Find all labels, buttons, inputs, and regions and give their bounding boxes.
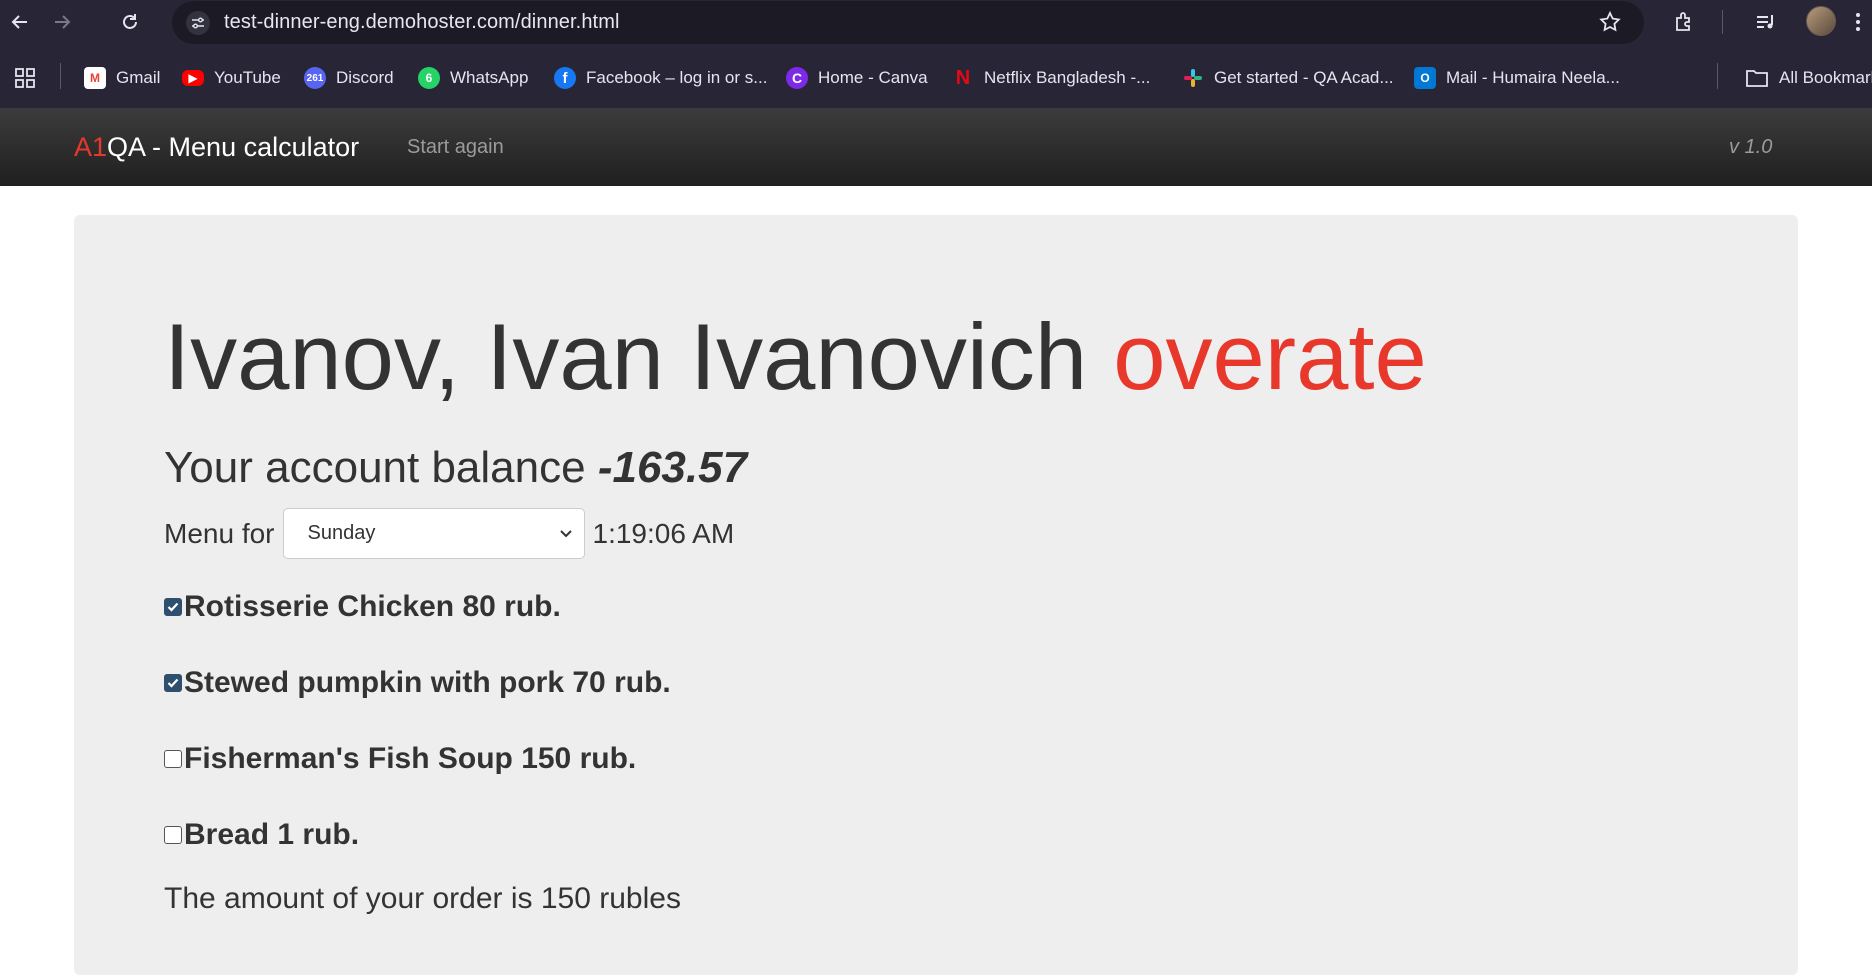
dish-checkbox[interactable]	[164, 750, 182, 768]
dish-item[interactable]: Stewed pumpkin with pork 70 rub.	[164, 666, 671, 700]
app-navbar: A1QA - Menu calculator Start again v 1.0	[0, 109, 1872, 186]
bookmark-canva[interactable]: C Home - Canva	[786, 65, 928, 91]
all-bookmarks-folder[interactable]: All Bookmarks	[1745, 65, 1872, 91]
bookmark-netflix[interactable]: N Netflix Bangladesh -...	[952, 65, 1151, 91]
dish-label: Fisherman's Fish Soup 150 rub.	[184, 742, 637, 775]
toolbar-divider	[1722, 10, 1723, 34]
discord-icon: 261	[304, 67, 326, 89]
browser-toolbar: test-dinner-eng.demohoster.com/dinner.ht…	[0, 0, 1872, 45]
order-total: The amount of your order is 150 rubles	[164, 882, 681, 915]
outlook-icon: O	[1414, 67, 1436, 89]
chevron-down-icon	[559, 530, 572, 538]
forward-arrow-icon	[55, 15, 71, 29]
clock-time: 1:19:06 AM	[592, 517, 735, 549]
bookmark-label: WhatsApp	[450, 68, 529, 87]
gmail-icon: M	[84, 67, 106, 89]
bookmark-discord[interactable]: 261 Discord	[304, 65, 394, 91]
dish-checkbox[interactable]	[164, 826, 182, 844]
status-text: overate	[1113, 304, 1427, 409]
bookmark-label: Get started - QA Acad...	[1214, 68, 1394, 87]
menu-for-label: Menu for	[164, 517, 275, 549]
bookmark-label: Home - Canva	[818, 68, 928, 87]
dish-label: Bread 1 rub.	[184, 818, 360, 851]
bookmark-outlook[interactable]: O Mail - Humaira Neela...	[1414, 65, 1620, 91]
dish-checkbox[interactable]	[164, 674, 182, 692]
dish-item[interactable]: Fisherman's Fish Soup 150 rub.	[164, 742, 636, 776]
netflix-icon: N	[955, 66, 971, 89]
reload-icon	[123, 14, 137, 29]
bookmarks-bar: M Gmail ▶ YouTube 261 Discord 6 WhatsApp…	[0, 45, 1872, 109]
user-name: Ivanov, Ivan Ivanovich	[164, 304, 1088, 409]
app-brand[interactable]: A1QA - Menu calculator	[74, 132, 359, 163]
bookmark-label: Mail - Humaira Neela...	[1446, 68, 1620, 87]
balance-label: Your account balance	[164, 443, 586, 492]
media-control-icon[interactable]	[1752, 8, 1780, 36]
extensions-icon[interactable]	[1670, 8, 1698, 36]
browser-menu-icon[interactable]	[1848, 8, 1868, 36]
forward-button[interactable]	[48, 8, 76, 36]
day-select-value: Sunday	[307, 522, 376, 544]
canva-icon: C	[786, 67, 808, 89]
site-info-icon[interactable]	[186, 11, 210, 35]
url-text: test-dinner-eng.demohoster.com/dinner.ht…	[224, 11, 620, 33]
bookmark-star-icon[interactable]	[1598, 10, 1622, 39]
youtube-icon: ▶	[182, 70, 204, 86]
day-select[interactable]: Sunday	[282, 508, 585, 559]
bookmark-facebook[interactable]: f Facebook – log in or s...	[554, 65, 767, 91]
bookmark-qa-academy[interactable]: Get started - QA Acad...	[1182, 65, 1394, 91]
slack-icon	[1182, 67, 1204, 89]
bookmark-whatsapp[interactable]: 6 WhatsApp	[418, 65, 528, 91]
dish-label: Rotisserie Chicken 80 rub.	[184, 590, 561, 623]
back-arrow-icon	[11, 15, 27, 29]
bookmark-label: Facebook – log in or s...	[586, 68, 768, 87]
profile-avatar[interactable]	[1806, 6, 1836, 36]
bookmark-label: Discord	[336, 68, 394, 87]
brand-text: QA - Menu calculator	[107, 132, 360, 162]
facebook-icon: f	[554, 67, 576, 89]
version-label: v 1.0	[1729, 136, 1773, 158]
reload-button[interactable]	[116, 8, 144, 36]
bookmark-label: Netflix Bangladesh -...	[984, 68, 1151, 87]
dish-item[interactable]: Bread 1 rub.	[164, 818, 359, 852]
whatsapp-icon: 6	[418, 67, 440, 89]
account-balance: Your account balance -163.57	[164, 443, 747, 493]
all-bookmarks-label: All Bookmarks	[1779, 68, 1872, 87]
bookmark-youtube[interactable]: ▶ YouTube	[182, 65, 281, 91]
start-again-link[interactable]: Start again	[407, 136, 504, 159]
balance-value: -163.57	[597, 443, 748, 492]
bookmarks-divider	[1717, 63, 1718, 89]
bookmark-label: YouTube	[214, 68, 281, 87]
bookmark-gmail[interactable]: M Gmail	[84, 65, 160, 91]
bookmark-label: Gmail	[116, 68, 161, 87]
back-button[interactable]	[6, 8, 34, 36]
apps-grid-icon[interactable]	[14, 65, 36, 91]
menu-day-row: Menu for Sunday 1:19:06 AM	[164, 508, 734, 559]
folder-icon	[1746, 70, 1768, 87]
user-status-heading: Ivanov, Ivan Ivanovich overate	[164, 310, 1427, 404]
dish-label: Stewed pumpkin with pork 70 rub.	[184, 666, 671, 699]
bookmarks-divider	[60, 63, 61, 89]
address-bar[interactable]: test-dinner-eng.demohoster.com/dinner.ht…	[172, 1, 1644, 44]
dish-item[interactable]: Rotisserie Chicken 80 rub.	[164, 590, 561, 624]
dish-checkbox[interactable]	[164, 598, 182, 616]
brand-accent: A1	[74, 132, 108, 162]
